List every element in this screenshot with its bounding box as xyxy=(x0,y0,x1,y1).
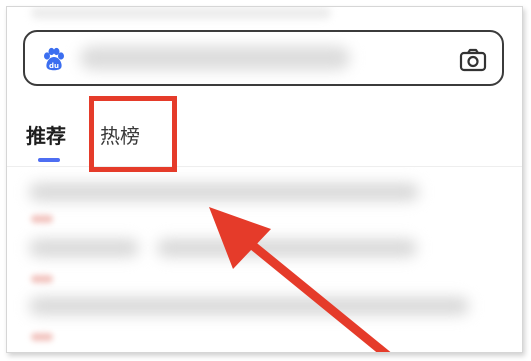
tabs-divider xyxy=(7,166,522,167)
highlight-box xyxy=(89,96,177,172)
search-bar[interactable]: du xyxy=(23,30,504,86)
list-item-tag xyxy=(31,333,53,341)
camera-icon[interactable] xyxy=(459,48,487,72)
tab-recommend[interactable]: 推荐 xyxy=(26,123,66,149)
list-item-tag xyxy=(31,275,53,283)
svg-text:du: du xyxy=(49,62,59,70)
baidu-paw-icon: du xyxy=(44,47,64,71)
active-tab-indicator xyxy=(38,158,60,162)
search-input-blurred[interactable] xyxy=(80,46,350,70)
blurred-status-area xyxy=(31,7,331,19)
pointer-arrow xyxy=(209,207,391,352)
list-item-tag xyxy=(31,215,53,223)
list-item[interactable] xyxy=(29,239,139,257)
app-screen: du 推荐 热榜 xyxy=(6,6,523,353)
